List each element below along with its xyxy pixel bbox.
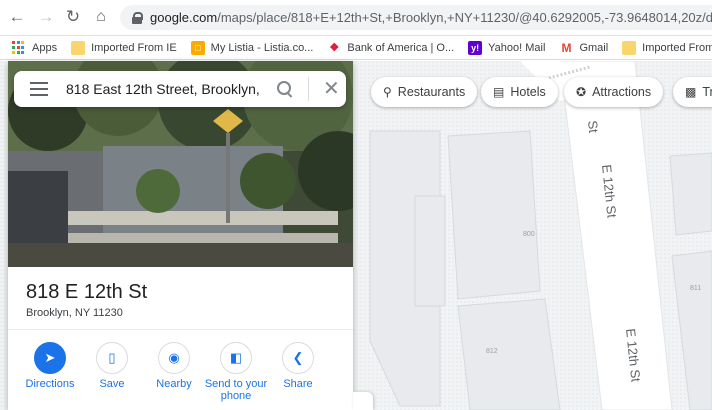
hamburger-menu-icon[interactable] — [30, 82, 48, 96]
bookmark-label: Imported From IE — [91, 41, 177, 54]
bookmark-label: Gmail — [579, 41, 609, 54]
share-button[interactable]: ❮ Share — [267, 342, 329, 402]
action-label: Send to your phone — [204, 378, 268, 402]
house-number: 812 — [486, 348, 498, 355]
place-panel: 818 E 12th St Brooklyn, NY 11230 ➤ Direc… — [8, 61, 353, 410]
apps-grid-icon — [12, 40, 26, 55]
url-host: google.com — [150, 10, 218, 25]
search-input[interactable]: 818 East 12th Street, Brooklyn, NY — [66, 81, 264, 97]
directions-button[interactable]: ➤ Directions — [19, 342, 81, 402]
bookmark-yahoo-mail[interactable]: y! Yahoo! Mail — [468, 40, 546, 55]
bookmark-label: Apps — [32, 41, 58, 54]
bookmark-icon: ▯ — [96, 342, 128, 374]
building — [414, 195, 446, 307]
chip-attractions[interactable]: ✪ Attractions — [564, 77, 664, 107]
bookmark-bank-of-america[interactable]: ❖ Bank of America | O... — [327, 41, 454, 55]
divider — [8, 329, 353, 330]
bookmark-label: Bank of America | O... — [347, 41, 455, 54]
chip-restaurants[interactable]: ⚲ Restaurants — [371, 77, 478, 107]
bookmark-apps[interactable]: Apps — [12, 40, 58, 55]
nearby-icon: ◉ — [158, 342, 190, 374]
folder-icon — [622, 40, 637, 55]
bookmark-label: My Listia - Listia.co... — [210, 41, 314, 54]
back-arrow-icon[interactable]: ← — [6, 6, 28, 28]
send-to-phone-icon: ◧ — [220, 342, 252, 374]
folder-icon — [71, 40, 86, 55]
bookmark-label: Imported From IE (1) — [642, 41, 712, 54]
building — [669, 152, 712, 236]
attractions-icon: ✪ — [576, 85, 587, 99]
search-divider — [308, 77, 309, 101]
action-label: Save — [99, 378, 125, 390]
chip-label: Attractions — [592, 85, 652, 99]
chip-label: Hotels — [510, 85, 546, 99]
bookmarks-bar: Apps Imported From IE □ My Listia - List… — [0, 36, 712, 60]
lock-icon — [132, 11, 143, 24]
house-number: 811 — [690, 285, 701, 292]
building — [457, 298, 561, 410]
bank-of-america-icon: ❖ — [329, 42, 340, 54]
restaurant-icon: ⚲ — [383, 85, 392, 99]
gmail-icon: M — [561, 40, 572, 55]
reload-icon[interactable]: ↻ — [62, 6, 84, 28]
save-button[interactable]: ▯ Save — [81, 342, 143, 402]
directions-icon: ➤ — [34, 342, 66, 374]
nearby-button[interactable]: ◉ Nearby — [143, 342, 205, 402]
browser-toolbar: ← → ↻ ⌂ google.com /maps/place/818+E+12t… — [0, 0, 712, 36]
home-icon[interactable]: ⌂ — [90, 6, 112, 28]
place-title: 818 E 12th St — [26, 281, 148, 303]
house-number: 800 — [523, 231, 535, 238]
bookmark-listia[interactable]: □ My Listia - Listia.co... — [190, 40, 314, 55]
chip-label: Restaurants — [397, 85, 466, 99]
action-bar: ➤ Directions ▯ Save ◉ Nearby ◧ Send to y… — [8, 342, 353, 402]
yahoo-icon: y! — [468, 40, 483, 55]
bookmark-imported-from-ie-1[interactable]: Imported From IE (1) — [622, 40, 712, 55]
collapse-panel-tab[interactable] — [353, 392, 373, 410]
url-path: /maps/place/818+E+12th+St,+Brooklyn,+NY+… — [217, 10, 712, 25]
forward-arrow-icon[interactable]: → — [35, 6, 57, 28]
search-icon[interactable] — [276, 80, 294, 98]
action-label: Directions — [25, 378, 75, 390]
street-label: St — [585, 120, 601, 134]
chip-hotels[interactable]: ▤ Hotels — [481, 77, 558, 107]
share-icon: ❮ — [282, 342, 314, 374]
place-address: Brooklyn, NY 11230 — [26, 307, 123, 319]
bookmark-gmail[interactable]: M Gmail — [559, 41, 608, 55]
hotel-icon: ▤ — [493, 85, 505, 99]
send-to-phone-button[interactable]: ◧ Send to your phone — [205, 342, 267, 402]
chip-transit[interactable]: ▩ Tr — [673, 77, 712, 107]
building — [447, 130, 541, 300]
listia-icon: □ — [190, 40, 205, 55]
address-bar[interactable]: google.com /maps/place/818+E+12th+St,+Br… — [120, 5, 712, 30]
transit-icon: ▩ — [685, 85, 697, 99]
search-box[interactable]: 818 East 12th Street, Brooklyn, NY ✕ — [14, 71, 346, 107]
close-icon[interactable]: ✕ — [323, 79, 340, 99]
bookmark-imported-from-ie[interactable]: Imported From IE — [71, 40, 177, 55]
bookmark-label: Yahoo! Mail — [488, 41, 546, 54]
chip-label: Tr — [702, 85, 712, 99]
action-label: Share — [283, 378, 313, 390]
action-label: Nearby — [156, 378, 192, 390]
